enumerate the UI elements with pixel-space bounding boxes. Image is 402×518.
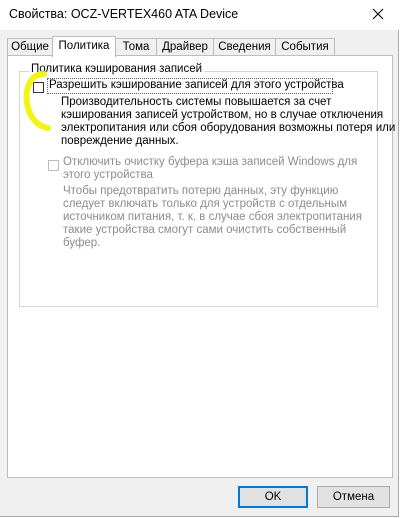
flush-off-label-line[interactable]: этого устройства <box>63 169 153 181</box>
tab-policy[interactable]: Политика <box>52 36 116 57</box>
flush-off-desc-line: источником питания, т. к. в случае сбоя … <box>63 211 363 223</box>
flush-off-desc-line: Чтобы предотвратить потерю данных, эту ф… <box>63 185 339 197</box>
flush-off-checkbox[interactable] <box>48 160 59 171</box>
tab-details[interactable]: Сведения <box>213 38 276 55</box>
flush-off-desc-line: буфер. <box>63 237 101 249</box>
write-cache-desc-line: кэширования записей устройством, но в сл… <box>61 109 384 121</box>
write-cache-desc-line: электропитания или сбоя оборудования воз… <box>61 122 396 134</box>
flush-off-desc-line: следует включать только для устройств с … <box>63 198 348 210</box>
close-icon[interactable] <box>369 5 387 23</box>
tab-events[interactable]: События <box>275 38 335 55</box>
ok-button[interactable]: OK <box>238 486 308 508</box>
title-bar: Свойства: OCZ-VERTEX460 ATA Device <box>0 0 399 30</box>
tab-general[interactable]: Общие <box>7 38 53 55</box>
flush-off-desc-line: такие устройства смогут сами очистить со… <box>63 224 347 236</box>
write-cache-desc-line: Производительность системы повышается за… <box>61 96 332 108</box>
highlight-marker <box>23 71 51 131</box>
window-title: Свойства: OCZ-VERTEX460 ATA Device <box>9 7 239 21</box>
write-cache-label[interactable]: Разрешить кэширование записей для этого … <box>49 79 344 91</box>
write-cache-desc-line: повреждение данных. <box>61 135 179 147</box>
group-title: Политика кэширования записей <box>29 63 205 75</box>
flush-off-label-line[interactable]: Отключить очистку буфера кэша записей Wi… <box>63 156 357 168</box>
tab-driver[interactable]: Драйвер <box>156 38 214 55</box>
cancel-button[interactable]: Отмена <box>317 486 390 508</box>
tab-volumes[interactable]: Тома <box>115 38 157 55</box>
